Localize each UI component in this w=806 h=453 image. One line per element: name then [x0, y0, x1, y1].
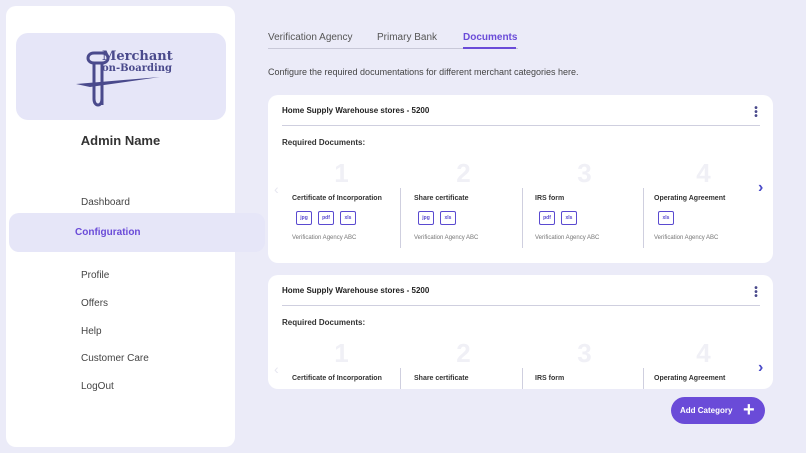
nav-item-logout[interactable]: LogOut [81, 381, 114, 392]
card-divider [282, 125, 760, 126]
document-agency: Verification Agency ABC [292, 235, 357, 241]
admin-name: Admin Name [80, 133, 161, 148]
column-divider [400, 188, 401, 248]
format-badge: pdf [318, 211, 334, 225]
category-card: Home Supply Warehouse stores - 5200 • • • … [268, 95, 773, 263]
more-options-icon[interactable]: • • • [752, 104, 760, 122]
nav-item-offers[interactable]: Offers [81, 298, 108, 309]
document-item: 1 Certificate of Incorporation [282, 338, 401, 389]
document-item: 1 Certificate of Incorporation jpg pdf x… [282, 158, 401, 250]
category-title: Home Supply Warehouse stores - 5200 [282, 286, 430, 295]
add-category-button[interactable]: Add Category + [671, 397, 765, 424]
more-options-icon[interactable]: • • • [752, 284, 760, 302]
document-title: Share certificate [414, 195, 469, 202]
format-badges: jpg xls [418, 211, 456, 225]
format-badge: xls [658, 211, 674, 225]
add-category-label: Add Category [680, 406, 733, 415]
format-badge: xls [561, 211, 577, 225]
document-number: 3 [577, 158, 592, 188]
nav-item-configuration[interactable]: Configuration [9, 213, 265, 252]
document-agency: Verification Agency ABC [654, 235, 719, 241]
sidebar-lower: Profile Offers Help Customer Care LogOut [6, 258, 235, 447]
format-badges: jpg pdf xls [296, 211, 356, 225]
tab-primary-bank[interactable]: Primary Bank [377, 32, 437, 43]
document-number: 1 [334, 338, 349, 368]
document-title: IRS form [535, 195, 565, 202]
nav-item-dashboard[interactable]: Dashboard [81, 197, 130, 208]
document-number: 2 [456, 338, 471, 368]
document-title: Operating Agreement [654, 375, 726, 382]
brand-name: Merchant on-Boarding [102, 49, 173, 74]
column-divider [522, 188, 523, 248]
document-agency: Verification Agency ABC [414, 235, 479, 241]
brand-line1: Merchant [102, 49, 173, 64]
document-item: 3 IRS form [525, 338, 644, 389]
document-item: 2 Share certificate [404, 338, 523, 389]
format-badges: xls [658, 211, 674, 225]
document-title: Certificate of Incorporation [292, 195, 382, 202]
active-tab-indicator [463, 47, 516, 49]
nav-item-help[interactable]: Help [81, 326, 102, 337]
brand-logo: Merchant on-Boarding [16, 33, 226, 120]
nav-item-customer-care[interactable]: Customer Care [81, 353, 149, 364]
column-divider [522, 368, 523, 389]
document-title: Certificate of Incorporation [292, 375, 382, 382]
chevron-left-icon[interactable]: ‹ [274, 361, 279, 377]
nav-item-configuration-label: Configuration [75, 227, 141, 238]
document-title: Operating Agreement [654, 195, 726, 202]
page-description: Configure the required documentations fo… [268, 67, 579, 77]
document-item: 4 Operating Agreement [644, 338, 763, 389]
document-item: 3 IRS form pdf xls Verification Agency A… [525, 158, 644, 250]
document-item: 2 Share certificate jpg xls Verification… [404, 158, 523, 250]
document-number: 3 [577, 338, 592, 368]
document-agency: Verification Agency ABC [535, 235, 600, 241]
column-divider [400, 368, 401, 389]
format-badge: xls [440, 211, 456, 225]
format-badge: jpg [296, 211, 312, 225]
document-number: 4 [696, 158, 711, 188]
document-item: 4 Operating Agreement xls Verification A… [644, 158, 763, 250]
chevron-left-icon[interactable]: ‹ [274, 181, 279, 197]
category-card: Home Supply Warehouse stores - 5200 • • • … [268, 275, 773, 389]
document-number: 4 [696, 338, 711, 368]
document-title: IRS form [535, 375, 565, 382]
brand-line2: on-Boarding [102, 63, 173, 74]
required-docs-label: Required Documents: [282, 318, 366, 327]
nav-item-profile[interactable]: Profile [81, 270, 109, 281]
format-badge: jpg [418, 211, 434, 225]
plus-icon: + [743, 399, 755, 421]
tab-verification-agency[interactable]: Verification Agency [268, 32, 353, 43]
document-number: 1 [334, 158, 349, 188]
required-docs-label: Required Documents: [282, 138, 366, 147]
document-title: Share certificate [414, 375, 469, 382]
format-badge: pdf [539, 211, 555, 225]
category-title: Home Supply Warehouse stores - 5200 [282, 106, 430, 115]
tab-documents[interactable]: Documents [463, 32, 517, 43]
format-badges: pdf xls [539, 211, 577, 225]
card-divider [282, 305, 760, 306]
format-badge: xls [340, 211, 356, 225]
document-number: 2 [456, 158, 471, 188]
